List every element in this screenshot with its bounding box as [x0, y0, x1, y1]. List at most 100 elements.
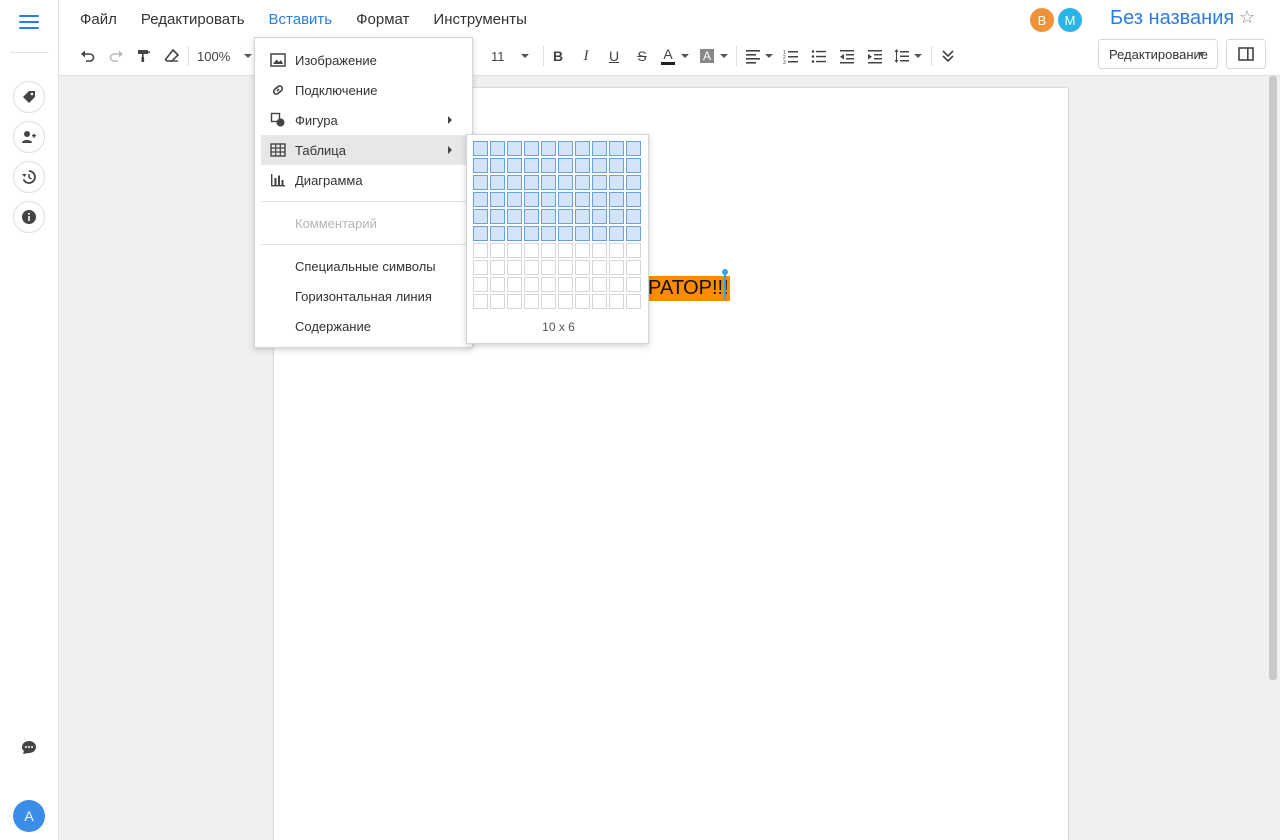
- table-size-cell[interactable]: [490, 209, 505, 224]
- insert-chart-item[interactable]: Диаграмма: [261, 165, 466, 195]
- table-size-cell[interactable]: [592, 277, 607, 292]
- table-size-cell[interactable]: [524, 277, 539, 292]
- table-size-cell[interactable]: [507, 158, 522, 173]
- menu-tools[interactable]: Инструменты: [421, 0, 539, 40]
- collaborator-avatar[interactable]: В: [1030, 8, 1054, 32]
- table-size-cell[interactable]: [626, 226, 641, 241]
- table-size-cell[interactable]: [490, 243, 505, 258]
- table-size-cell[interactable]: [575, 226, 590, 241]
- table-size-cell[interactable]: [558, 243, 573, 258]
- table-size-cell[interactable]: [524, 243, 539, 258]
- table-size-cell[interactable]: [473, 209, 488, 224]
- text-color-icon[interactable]: A: [661, 44, 691, 68]
- table-size-cell[interactable]: [592, 175, 607, 190]
- table-size-cell[interactable]: [490, 141, 505, 156]
- table-size-cell[interactable]: [592, 294, 607, 309]
- table-size-cell[interactable]: [575, 158, 590, 173]
- highlight-color-icon[interactable]: A: [700, 44, 730, 68]
- table-size-cell[interactable]: [558, 294, 573, 309]
- table-size-cell[interactable]: [575, 192, 590, 207]
- chat-icon[interactable]: [13, 731, 45, 763]
- table-size-cell[interactable]: [626, 243, 641, 258]
- table-size-cell[interactable]: [541, 260, 556, 275]
- zoom-select[interactable]: 100%: [197, 44, 253, 68]
- table-size-cell[interactable]: [609, 141, 624, 156]
- table-size-cell[interactable]: [524, 175, 539, 190]
- insert-special-chars-item[interactable]: Специальные символы: [261, 251, 466, 281]
- table-size-cell[interactable]: [541, 226, 556, 241]
- table-size-cell[interactable]: [473, 192, 488, 207]
- table-size-cell[interactable]: [490, 294, 505, 309]
- table-size-cell[interactable]: [473, 243, 488, 258]
- table-size-cell[interactable]: [575, 294, 590, 309]
- table-size-cell[interactable]: [592, 209, 607, 224]
- table-size-cell[interactable]: [490, 277, 505, 292]
- align-icon[interactable]: [745, 44, 775, 68]
- table-size-cell[interactable]: [507, 141, 522, 156]
- strikethrough-icon[interactable]: S: [634, 44, 650, 68]
- table-size-cell[interactable]: [575, 141, 590, 156]
- table-size-cell[interactable]: [541, 141, 556, 156]
- table-size-cell[interactable]: [507, 226, 522, 241]
- insert-image-item[interactable]: Изображение: [261, 45, 466, 75]
- table-size-cell[interactable]: [541, 192, 556, 207]
- table-size-cell[interactable]: [473, 175, 488, 190]
- table-size-cell[interactable]: [575, 260, 590, 275]
- table-size-cell[interactable]: [541, 209, 556, 224]
- add-user-icon[interactable]: [13, 121, 45, 153]
- line-spacing-icon[interactable]: [894, 44, 924, 68]
- star-icon[interactable]: ☆: [1239, 7, 1255, 28]
- outdent-icon[interactable]: [838, 44, 856, 68]
- table-size-cell[interactable]: [609, 243, 624, 258]
- clear-format-icon[interactable]: [163, 44, 181, 68]
- collaborator-avatar[interactable]: М: [1058, 8, 1082, 32]
- table-size-cell[interactable]: [507, 175, 522, 190]
- table-size-cell[interactable]: [524, 158, 539, 173]
- bullet-list-icon[interactable]: [810, 44, 828, 68]
- table-size-cell[interactable]: [626, 192, 641, 207]
- table-size-cell[interactable]: [473, 226, 488, 241]
- table-size-cell[interactable]: [626, 294, 641, 309]
- table-size-cell[interactable]: [592, 260, 607, 275]
- table-size-cell[interactable]: [609, 209, 624, 224]
- bold-icon[interactable]: B: [550, 44, 566, 68]
- table-size-cell[interactable]: [473, 294, 488, 309]
- table-size-cell[interactable]: [490, 175, 505, 190]
- table-size-cell[interactable]: [490, 192, 505, 207]
- table-size-cell[interactable]: [524, 141, 539, 156]
- table-size-cell[interactable]: [524, 209, 539, 224]
- table-size-cell[interactable]: [507, 277, 522, 292]
- table-size-cell[interactable]: [541, 243, 556, 258]
- table-size-cell[interactable]: [575, 209, 590, 224]
- underline-icon[interactable]: U: [606, 44, 622, 68]
- table-size-cell[interactable]: [626, 158, 641, 173]
- table-size-cell[interactable]: [473, 260, 488, 275]
- table-size-cell[interactable]: [626, 260, 641, 275]
- table-size-cell[interactable]: [592, 226, 607, 241]
- table-size-cell[interactable]: [473, 277, 488, 292]
- table-size-cell[interactable]: [541, 158, 556, 173]
- table-size-cell[interactable]: [473, 141, 488, 156]
- insert-table-item[interactable]: Таблица: [261, 135, 466, 165]
- table-size-cell[interactable]: [507, 294, 522, 309]
- highlighted-text[interactable]: РАТОР!!!: [648, 276, 730, 301]
- more-tools-icon[interactable]: [939, 44, 957, 68]
- table-size-cell[interactable]: [524, 260, 539, 275]
- menu-insert[interactable]: Вставить: [257, 0, 345, 40]
- table-size-cell[interactable]: [558, 158, 573, 173]
- redo-icon[interactable]: [107, 44, 125, 68]
- table-size-cell[interactable]: [473, 158, 488, 173]
- table-size-cell[interactable]: [575, 277, 590, 292]
- table-size-cell[interactable]: [626, 277, 641, 292]
- table-size-cell[interactable]: [609, 175, 624, 190]
- table-size-cell[interactable]: [575, 243, 590, 258]
- user-avatar[interactable]: A: [13, 800, 45, 832]
- info-icon[interactable]: [13, 201, 45, 233]
- tag-icon[interactable]: [13, 81, 45, 113]
- table-size-cell[interactable]: [524, 226, 539, 241]
- table-size-cell[interactable]: [524, 192, 539, 207]
- table-size-cell[interactable]: [609, 277, 624, 292]
- table-size-cell[interactable]: [592, 192, 607, 207]
- side-panel-toggle[interactable]: [1226, 39, 1266, 69]
- table-size-cell[interactable]: [490, 260, 505, 275]
